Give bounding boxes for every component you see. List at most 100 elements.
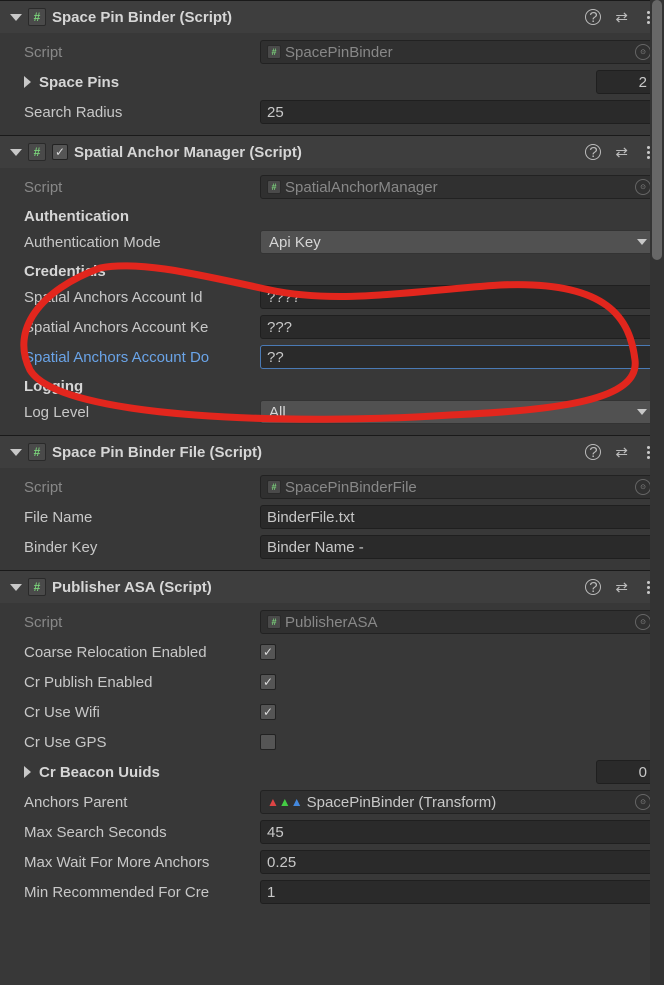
binder-key-label: Binder Key [8,539,256,556]
header-actions: ? ⇄ [585,143,658,161]
component-header[interactable]: # ✓ Spatial Anchor Manager (Script) ? ⇄ [0,136,664,168]
script-icon: # [28,578,46,596]
account-domain-label: Spatial Anchors Account Do [8,349,256,366]
space-pins-label: Space Pins [39,74,588,91]
script-icon: # [28,443,46,461]
scrollbar-thumb[interactable] [652,0,662,260]
account-key-label: Spatial Anchors Account Ke [8,319,256,336]
object-picker-icon[interactable]: ⊙ [635,794,651,810]
min-rec-field[interactable]: 1 [260,880,656,904]
component-header[interactable]: # Publisher ASA (Script) ? ⇄ [0,571,664,603]
component-title: Publisher ASA (Script) [52,579,579,596]
transform-icon: ▲▲▲ [267,795,303,809]
coarse-label: Coarse Relocation Enabled [8,644,256,661]
cr-publish-checkbox[interactable]: ✓ [260,674,276,690]
anchors-parent-label: Anchors Parent [8,794,256,811]
cr-publish-label: Cr Publish Enabled [8,674,256,691]
component-space-pin-binder: # Space Pin Binder (Script) ? ⇄ Script #… [0,0,664,135]
preset-icon[interactable]: ⇄ [615,443,628,461]
object-picker-icon[interactable]: ⊙ [635,614,651,630]
preset-icon[interactable]: ⇄ [615,8,628,26]
space-pins-count[interactable]: 2 [596,70,656,94]
component-title: Space Pin Binder (Script) [52,9,579,26]
script-field[interactable]: # PublisherASA ⊙ [260,610,656,634]
script-icon: # [267,180,281,194]
account-domain-field[interactable]: ?? [260,345,656,369]
binder-key-field[interactable]: Binder Name - [260,535,656,559]
preset-icon[interactable]: ⇄ [615,578,628,596]
auth-mode-dropdown[interactable]: Api Key [260,230,656,254]
foldout-toggle[interactable] [10,584,22,591]
script-value: SpacePinBinder [285,44,631,61]
header-actions: ? ⇄ [585,578,658,596]
search-radius-field[interactable]: 25 [260,100,656,124]
script-icon: # [267,480,281,494]
component-header[interactable]: # Space Pin Binder File (Script) ? ⇄ [0,436,664,468]
account-key-field[interactable]: ??? [260,315,656,339]
component-header[interactable]: # Space Pin Binder (Script) ? ⇄ [0,1,664,33]
script-value: SpacePinBinderFile [285,479,631,496]
foldout-toggle[interactable] [10,449,22,456]
cr-gps-checkbox[interactable] [260,734,276,750]
max-wait-field[interactable]: 0.25 [260,850,656,874]
header-actions: ? ⇄ [585,8,658,26]
max-search-label: Max Search Seconds [8,824,256,841]
min-rec-label: Min Recommended For Cre [8,884,256,901]
credentials-header: Credentials [8,257,656,282]
inspector-panel: # Space Pin Binder (Script) ? ⇄ Script #… [0,0,664,915]
script-field[interactable]: # SpacePinBinderFile ⊙ [260,475,656,499]
foldout-toggle[interactable] [10,149,22,156]
object-picker-icon[interactable]: ⊙ [635,179,651,195]
foldout-toggle[interactable] [24,766,31,778]
log-level-dropdown[interactable]: All [260,400,656,424]
component-spatial-anchor-manager: # ✓ Spatial Anchor Manager (Script) ? ⇄ … [0,135,664,435]
search-radius-label: Search Radius [8,104,256,121]
foldout-toggle[interactable] [24,76,31,88]
script-label: Script [8,44,256,61]
logging-header: Logging [8,372,656,397]
auth-header: Authentication [8,202,656,227]
help-icon[interactable]: ? [585,144,601,160]
component-title: Spatial Anchor Manager (Script) [74,144,579,161]
file-name-field[interactable]: BinderFile.txt [260,505,656,529]
coarse-checkbox[interactable]: ✓ [260,644,276,660]
component-publisher-asa: # Publisher ASA (Script) ? ⇄ Script # Pu… [0,570,664,915]
header-actions: ? ⇄ [585,443,658,461]
scrollbar-track[interactable] [650,0,664,985]
script-field[interactable]: # SpatialAnchorManager ⊙ [260,175,656,199]
script-value: PublisherASA [285,614,631,631]
component-space-pin-binder-file: # Space Pin Binder File (Script) ? ⇄ Scr… [0,435,664,570]
script-label: Script [8,614,256,631]
account-id-label: Spatial Anchors Account Id [8,289,256,306]
script-icon: # [28,143,46,161]
beacon-count[interactable]: 0 [596,760,656,784]
file-name-label: File Name [8,509,256,526]
script-field[interactable]: # SpacePinBinder ⊙ [260,40,656,64]
script-label: Script [8,479,256,496]
component-title: Space Pin Binder File (Script) [52,444,579,461]
help-icon[interactable]: ? [585,444,601,460]
anchors-parent-value: SpacePinBinder (Transform) [307,794,631,811]
object-picker-icon[interactable]: ⊙ [635,479,651,495]
script-icon: # [28,8,46,26]
beacon-label: Cr Beacon Uuids [39,764,588,781]
script-label: Script [8,179,256,196]
max-search-field[interactable]: 45 [260,820,656,844]
max-wait-label: Max Wait For More Anchors [8,854,256,871]
cr-wifi-checkbox[interactable]: ✓ [260,704,276,720]
help-icon[interactable]: ? [585,579,601,595]
auth-mode-label: Authentication Mode [8,234,256,251]
script-icon: # [267,45,281,59]
anchors-parent-field[interactable]: ▲▲▲ SpacePinBinder (Transform) ⊙ [260,790,656,814]
foldout-toggle[interactable] [10,14,22,21]
log-level-label: Log Level [8,404,256,421]
object-picker-icon[interactable]: ⊙ [635,44,651,60]
help-icon[interactable]: ? [585,9,601,25]
script-value: SpatialAnchorManager [285,179,631,196]
cr-wifi-label: Cr Use Wifi [8,704,256,721]
enable-checkbox[interactable]: ✓ [52,144,68,160]
account-id-field[interactable]: ???? [260,285,656,309]
script-icon: # [267,615,281,629]
preset-icon[interactable]: ⇄ [615,143,628,161]
cr-gps-label: Cr Use GPS [8,734,256,751]
